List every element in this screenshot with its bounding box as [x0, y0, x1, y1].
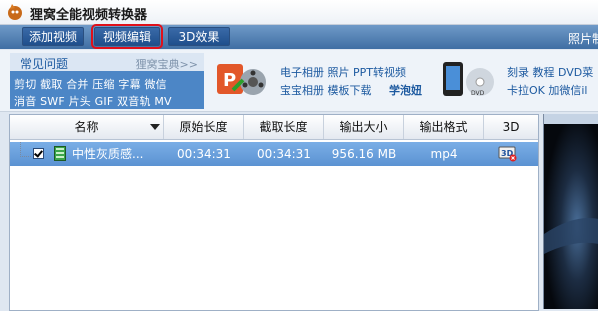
table-row[interactable]: 中性灰质感... 00:34:31 00:34:31 956.16 MB mp4…	[10, 142, 538, 166]
column-header-3d[interactable]: 3D	[484, 115, 538, 139]
column-header-name-label: 名称	[74, 120, 99, 134]
tree-connector	[20, 142, 31, 157]
sort-dropdown-icon[interactable]	[150, 124, 160, 130]
file-list-header: 名称 原始长度 截取长度 输出大小 输出格式 3D	[10, 115, 538, 140]
promo-link-highlight[interactable]: 学泡妞	[389, 82, 422, 98]
faq-topics-line-2[interactable]: 消音 SWF 片头 GIF 双音轨 MV	[14, 93, 172, 109]
toolbar: 添加视频 视频编辑 3D效果 照片制	[0, 24, 598, 49]
file-name: 中性灰质感...	[72, 147, 144, 161]
3d-effect-button[interactable]: 3D效果	[168, 27, 230, 46]
promo-links-line-2[interactable]: 宝宝相册 模板下载	[280, 82, 372, 98]
svg-text:DVD: DVD	[471, 90, 485, 97]
faq-title[interactable]: 常见问题	[20, 55, 68, 72]
output-size: 956.16 MB	[331, 147, 397, 161]
row-checkbox[interactable]	[33, 148, 44, 159]
video-edit-button[interactable]: 视频编辑	[91, 24, 163, 49]
preview-image	[544, 124, 598, 309]
file-list: 名称 原始长度 截取长度 输出大小 输出格式 3D 中性灰质感... 00:34…	[9, 114, 539, 311]
3d-toggle-icon[interactable]: 3D	[498, 146, 518, 162]
video-file-icon	[54, 146, 66, 161]
promo-links-line-1[interactable]: 电子相册 照片 PPT转视频	[280, 64, 406, 80]
clip-length: 00:34:31	[257, 147, 311, 161]
column-header-clip-length[interactable]: 截取长度	[244, 115, 324, 139]
column-header-output-size[interactable]: 输出大小	[324, 115, 404, 139]
phone-dvd-icon[interactable]: DVD	[440, 60, 498, 100]
faq-more-link[interactable]: 狸窝宝典>>	[136, 56, 198, 72]
faq-header: 常见问题 狸窝宝典>>	[10, 53, 204, 71]
faq-topics-line-1[interactable]: 剪切 截取 合并 压缩 字幕 微信	[14, 76, 167, 92]
column-header-output-format[interactable]: 输出格式	[404, 115, 484, 139]
video-preview-panel	[543, 114, 598, 309]
info-banner: 常见问题 狸窝宝典>> 剪切 截取 合并 压缩 字幕 微信 消音 SWF 片头 …	[0, 50, 598, 112]
ppt-film-icon[interactable]: P	[213, 58, 271, 102]
photo-menu-label[interactable]: 照片制	[568, 30, 598, 47]
app-logo-icon	[8, 4, 22, 20]
title-bar: 狸窝全能视频转换器	[0, 0, 598, 25]
faq-panel: 常见问题 狸窝宝典>> 剪切 截取 合并 压缩 字幕 微信 消音 SWF 片头 …	[10, 53, 204, 109]
add-video-button[interactable]: 添加视频	[22, 27, 84, 46]
promo-links-line-4[interactable]: 卡拉OK 加微信il	[507, 82, 587, 98]
app-title: 狸窝全能视频转换器	[30, 8, 148, 23]
preview-header	[544, 114, 598, 124]
output-format: mp4	[430, 147, 458, 161]
promo-links-line-3[interactable]: 刻录 教程 DVD菜	[507, 64, 593, 80]
original-length: 00:34:31	[177, 147, 231, 161]
column-header-name[interactable]: 名称	[10, 115, 164, 139]
column-header-original-length[interactable]: 原始长度	[164, 115, 244, 139]
